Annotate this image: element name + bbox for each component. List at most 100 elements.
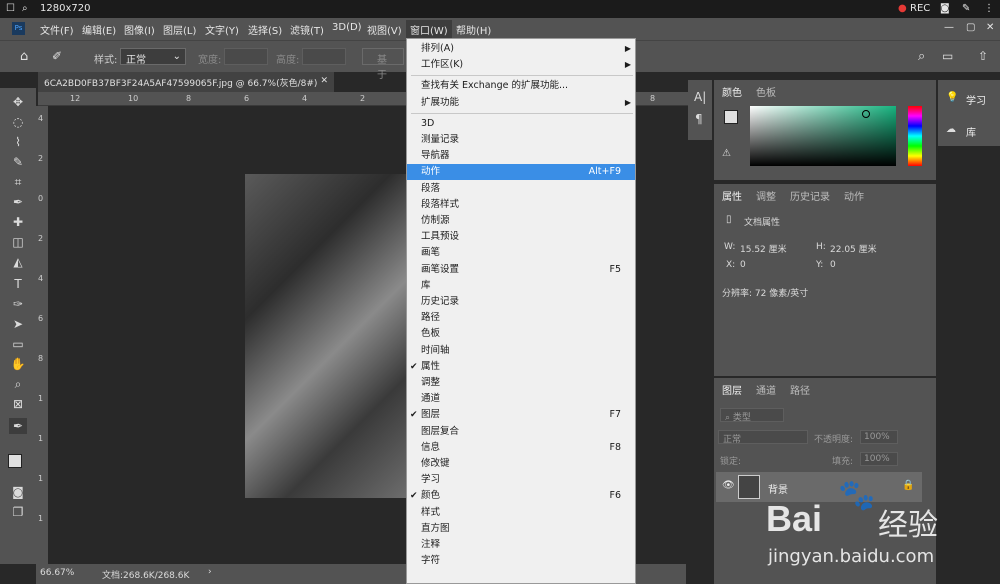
eyedropper-active-icon[interactable]: ✒ [9,418,27,434]
window-menu-item[interactable]: 色板 [407,326,635,342]
window-menu-item[interactable]: 时间轴 [407,343,635,359]
search-icon[interactable]: ⌕ [22,3,28,14]
menu-edit[interactable]: 编辑(E) [82,22,116,37]
tab-properties[interactable]: 属性 [722,188,742,203]
paragraph-icon[interactable]: ¶ [695,112,703,126]
window-menu-item[interactable]: 字符 [407,553,635,569]
move-tool-icon[interactable]: ✥ [9,94,27,110]
foreground-color-swatch[interactable] [8,454,22,468]
screen-mode-icon[interactable]: ❐ [9,504,27,520]
menu-select[interactable]: 选择(S) [248,22,282,37]
window-menu-item[interactable]: 学习 [407,472,635,488]
menu-type[interactable]: 文字(Y) [205,22,239,37]
fg-color-chip[interactable] [724,110,738,124]
window-menu-item[interactable]: 测量记录 [407,132,635,148]
library-button[interactable]: 库 [966,124,976,139]
tab-paths[interactable]: 路径 [790,382,810,397]
style-select[interactable]: 正常 ⌄ [120,48,186,66]
quick-select-icon[interactable]: ✎ [9,154,27,170]
gradient-icon[interactable]: ◭ [9,254,27,270]
maximize-icon[interactable]: ▢ [966,22,975,33]
window-menu-item[interactable]: 直方图 [407,521,635,537]
tab-channels[interactable]: 通道 [756,382,776,397]
visibility-eye-icon[interactable]: 👁 [722,480,735,491]
document-tab[interactable]: 6CA2BD0FB37BF3F24A5AF47599065F.jpg @ 66.… [38,72,334,92]
window-menu-item[interactable]: 查找有关 Exchange 的扩展功能... [407,78,635,94]
document-image[interactable] [245,174,407,498]
tab-history[interactable]: 历史记录 [790,188,830,203]
window-menu-item[interactable]: 历史记录 [407,294,635,310]
menu-layer[interactable]: 图层(L) [163,22,196,37]
zoom-level[interactable]: 66.67% [40,568,74,578]
crop-icon[interactable]: ⌗ [9,174,27,190]
window-menu-item[interactable]: 工作区(K) ▶ [407,57,635,73]
window-menu-item[interactable]: 样式 [407,505,635,521]
w-value[interactable]: 15.52 厘米 [740,242,787,255]
window-menu-item[interactable]: 画笔 [407,245,635,261]
minimize-icon[interactable]: — [944,22,954,33]
hue-slider[interactable] [908,106,922,166]
window-menu-item[interactable]: 段落样式 [407,197,635,213]
menu-window[interactable]: 窗口(W) [406,20,452,39]
window-menu-item[interactable]: ✔ 图层 F7 [407,407,635,423]
x-value[interactable]: 0 [740,260,746,270]
hand-icon[interactable]: ✋ [9,356,27,372]
h-value[interactable]: 22.05 厘米 [830,242,877,255]
window-menu-item[interactable]: 路径 [407,310,635,326]
zoom-icon[interactable]: ⌕ [9,376,27,392]
tab-layers[interactable]: 图层 [722,382,742,397]
window-menu-item[interactable]: 通道 [407,391,635,407]
window-menu-item[interactable]: 扩展功能 ▶ [407,95,635,111]
color-field[interactable] [750,106,896,166]
window-menu-item[interactable]: 注释 [407,537,635,553]
window-menu-item[interactable]: ✔ 颜色 F6 [407,488,635,504]
y-value[interactable]: 0 [830,260,836,270]
window-menu-item[interactable]: ✔ 属性 [407,359,635,375]
character-icon[interactable]: A| [694,90,706,104]
close-icon[interactable]: ✕ [986,22,994,33]
share-icon[interactable]: ⇧ [978,49,988,63]
eraser-icon[interactable]: ◫ [9,234,27,250]
window-menu-item[interactable]: 工具预设 [407,229,635,245]
camera-icon[interactable]: ◙ [940,3,950,14]
menu-help[interactable]: 帮助(H) [456,22,491,37]
fill-input[interactable]: 100% [860,452,898,466]
menu-filter[interactable]: 滤镜(T) [290,22,324,37]
frame-icon[interactable]: ⊠ [9,396,27,412]
marquee-icon[interactable]: ◌ [9,114,27,130]
window-menu-item[interactable]: 段落 [407,181,635,197]
learn-button[interactable]: 学习 [966,92,986,107]
menu-file[interactable]: 文件(F) [40,22,74,37]
window-menu-item[interactable]: 修改键 [407,456,635,472]
layer-filter-select[interactable]: ⌕ 类型 [720,408,784,423]
home-icon[interactable]: ⌂ [20,49,28,64]
workspace-icon[interactable]: ▭ [942,49,953,63]
window-menu-item[interactable]: 画笔设置 F5 [407,262,635,278]
marquee-tool-icon[interactable]: ✐ [52,49,62,63]
tab-color[interactable]: 颜色 [722,84,742,99]
window-menu-item[interactable]: 信息 F8 [407,440,635,456]
menu-image[interactable]: 图像(I) [124,22,155,37]
tab-adjustments[interactable]: 调整 [756,188,776,203]
chevron-right-icon[interactable]: › [208,567,212,577]
pen-icon[interactable]: ✎ [962,3,970,14]
lasso-icon[interactable]: ⌇ [9,134,27,150]
window-menu-item[interactable]: 导航器 [407,148,635,164]
window-menu-item[interactable]: 动作 Alt+F9 [407,164,635,181]
base-button[interactable]: 基于 [362,48,404,81]
search-icon[interactable]: ⌕ [918,49,925,64]
window-menu-item[interactable]: 3D [407,116,635,132]
pen-tool-icon[interactable]: ✑ [9,296,27,312]
type-tool-icon[interactable]: T [9,276,27,292]
shape-icon[interactable]: ▭ [9,336,27,352]
window-menu-item[interactable]: 排列(A) ▶ [407,41,635,57]
tab-actions[interactable]: 动作 [844,188,864,203]
menu-3d[interactable]: 3D(D) [332,22,362,33]
color-picker-handle[interactable] [862,110,870,118]
tab-swatches[interactable]: 色板 [756,84,776,99]
more-icon[interactable]: ⋮ [984,3,994,14]
window-menu-item[interactable]: 库 [407,278,635,294]
path-select-icon[interactable]: ➤ [9,316,27,332]
height-input[interactable] [302,48,346,65]
window-menu-item[interactable]: 仿制源 [407,213,635,229]
